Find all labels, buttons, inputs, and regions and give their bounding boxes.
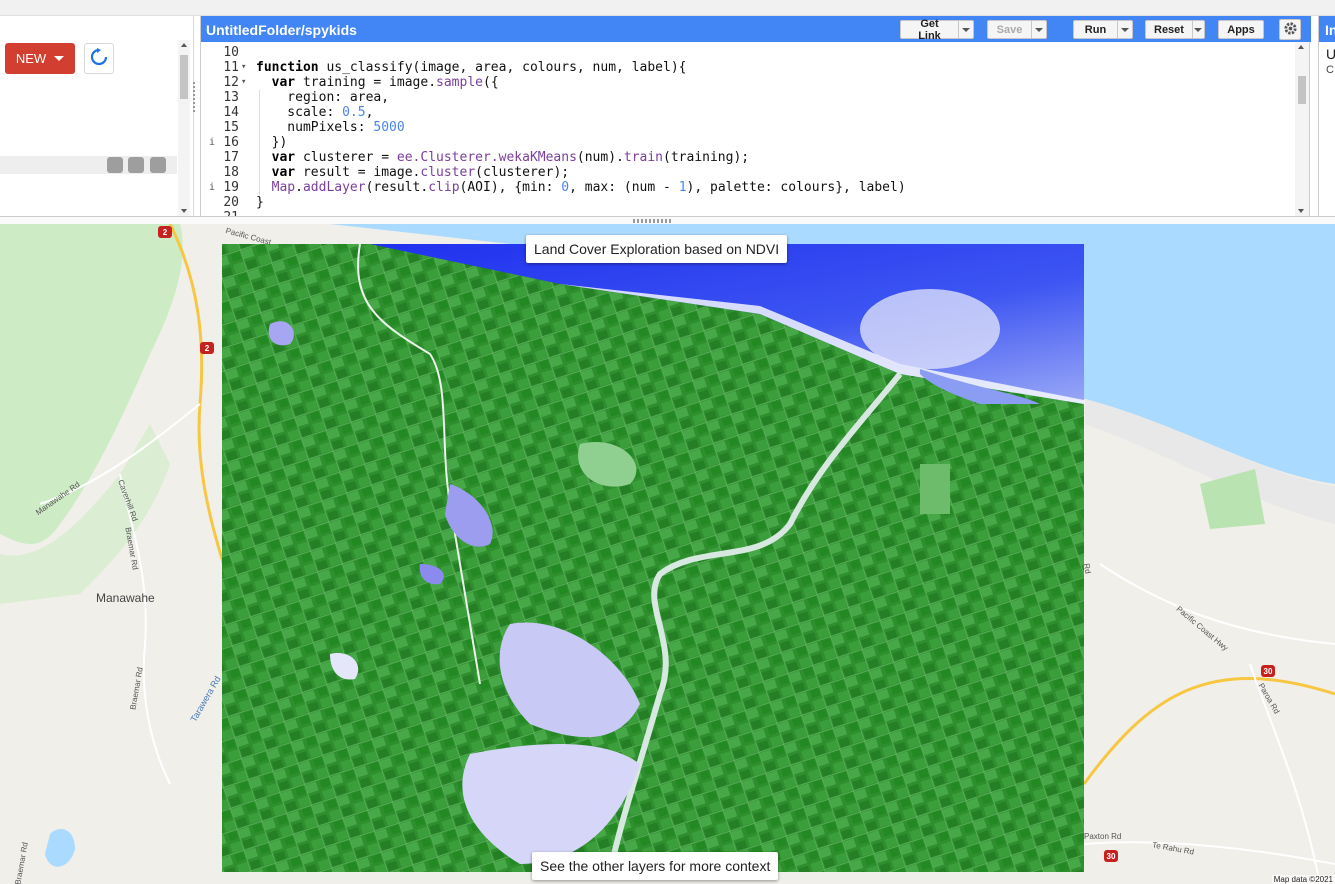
code-line[interactable]: 15 numPixels: 5000: [201, 120, 1295, 135]
code-text: var clusterer = ee.Clusterer.wekaKMeans(…: [271, 150, 750, 165]
gear-icon: [1283, 21, 1298, 39]
code-line[interactable]: 13 region: area,: [201, 90, 1295, 105]
reset-dropdown[interactable]: [1191, 21, 1204, 38]
base-map: [0, 224, 1335, 884]
chevron-down-icon: [1121, 27, 1129, 32]
line-number: 11: [223, 60, 239, 75]
line-number: 18: [223, 165, 239, 180]
code-text: var training = image.sample({: [271, 75, 499, 90]
reset-button[interactable]: Reset: [1145, 20, 1205, 39]
editor-scrollbar[interactable]: [1295, 42, 1309, 216]
scroll-thumb[interactable]: [1298, 76, 1306, 104]
code-line[interactable]: 18 var result = image.cluster(clusterer)…: [201, 165, 1295, 180]
chevron-down-icon: [1194, 27, 1203, 32]
code-text: function us_classify(image, area, colour…: [256, 60, 687, 75]
code-text: }: [256, 195, 264, 210]
line-number: 13: [223, 90, 239, 105]
code-line[interactable]: 17 var clusterer = ee.Clusterer.wekaKMea…: [201, 150, 1295, 165]
highway-shield: 2: [200, 342, 214, 354]
line-number: 14: [223, 105, 239, 120]
new-button[interactable]: NEW: [5, 43, 75, 74]
delete-icon[interactable]: [150, 157, 166, 173]
inspector-panel: In U C: [1318, 16, 1335, 216]
code-line[interactable]: 16 i }): [201, 135, 1295, 150]
scripts-panel: NEW: [0, 16, 194, 216]
refresh-icon: [89, 47, 109, 70]
map-title-panel: Land Cover Exploration based on NDVI: [526, 235, 788, 263]
scripts-toolbar: [0, 156, 177, 174]
line-number: 20: [223, 195, 239, 210]
info-icon[interactable]: i: [209, 180, 215, 195]
get-link-dropdown[interactable]: [958, 21, 973, 38]
chevron-down-icon: [962, 27, 970, 32]
scripts-scrollbar[interactable]: [178, 40, 190, 216]
inspector-tab[interactable]: In: [1319, 16, 1335, 42]
inspector-subtext: C: [1326, 64, 1334, 76]
code-text: Map.addLayer(result.clip(AOI), {min: 0, …: [271, 180, 906, 195]
top-strip: [0, 0, 1335, 16]
place-label: Manawahe: [96, 591, 155, 605]
chevron-down-icon: [1035, 27, 1043, 32]
apps-button[interactable]: Apps: [1218, 20, 1264, 39]
code-editor-panel: UntitledFolder/spykids Get Link Save Run…: [200, 16, 1311, 216]
save-label: Save: [996, 23, 1023, 36]
code-line[interactable]: 19 i Map.addLayer(result.clip(AOI), {min:…: [201, 180, 1295, 195]
line-number: 17: [223, 150, 239, 165]
apps-label: Apps: [1227, 23, 1255, 36]
fold-toggle-icon[interactable]: ▾: [241, 60, 246, 75]
scroll-down-icon[interactable]: [181, 209, 187, 213]
code-text: scale: 0.5,: [256, 105, 374, 120]
map-attribution[interactable]: Map data ©2021: [1271, 875, 1335, 884]
fold-toggle-icon[interactable]: ▾: [241, 75, 246, 90]
get-link-label: Get Link: [918, 17, 941, 42]
chevron-down-icon: [54, 56, 65, 61]
code-line[interactable]: 12 ▾ var training = image.sample({: [201, 75, 1295, 90]
settings-button[interactable]: [1279, 19, 1301, 40]
code-line[interactable]: 20}: [201, 195, 1295, 210]
script-title[interactable]: UntitledFolder/spykids: [206, 22, 357, 38]
panel-resize-handle[interactable]: [193, 80, 199, 120]
highway-shield: 30: [1261, 665, 1275, 677]
save-dropdown[interactable]: [1031, 21, 1046, 38]
new-button-label: NEW: [15, 51, 47, 66]
refresh-button[interactable]: [84, 43, 114, 74]
reset-label: Reset: [1154, 23, 1184, 36]
line-number: 10: [223, 45, 239, 60]
scroll-down-icon[interactable]: [1298, 209, 1304, 213]
editor-header: UntitledFolder/spykids Get Link Save Run…: [201, 16, 1311, 42]
map-resize-handle[interactable]: [0, 216, 1335, 224]
code-line[interactable]: 10: [201, 45, 1295, 60]
scroll-up-icon[interactable]: [181, 43, 187, 47]
run-button[interactable]: Run: [1073, 20, 1133, 39]
edit-icon[interactable]: [128, 157, 144, 173]
history-icon[interactable]: [107, 157, 123, 173]
info-icon[interactable]: i: [209, 135, 215, 150]
highway-shield: 30: [1104, 850, 1118, 862]
save-button[interactable]: Save: [987, 20, 1047, 39]
road-label: Paxton Rd: [1084, 832, 1122, 841]
code-line[interactable]: 11 ▾ function us_classify(image, area, col…: [201, 60, 1295, 75]
run-label: Run: [1084, 23, 1107, 36]
inspector-text: U: [1326, 46, 1335, 62]
code-text: region: area,: [256, 90, 390, 105]
code-text: }): [256, 135, 288, 150]
get-link-button[interactable]: Get Link: [900, 17, 974, 42]
code-line[interactable]: 14 scale: 0.5,: [201, 105, 1295, 120]
scroll-thumb[interactable]: [180, 55, 188, 99]
line-number: 12: [223, 75, 239, 90]
code-text: var result = image.cluster(clusterer);: [271, 165, 570, 180]
scroll-up-icon[interactable]: [1298, 45, 1304, 49]
map-info-panel: See the other layers for more context: [532, 852, 779, 880]
code-area[interactable]: 10 11 ▾ function us_classify(image, area, c…: [201, 42, 1295, 216]
highway-shield: 2: [158, 226, 172, 238]
run-dropdown[interactable]: [1117, 21, 1132, 38]
code-text: numPixels: 5000: [256, 120, 405, 135]
road-label: Rd: [1081, 562, 1093, 575]
map-view[interactable]: Manawahe Manawahe Rd Caverhill Rd Braema…: [0, 224, 1335, 884]
line-number: 15: [223, 120, 239, 135]
